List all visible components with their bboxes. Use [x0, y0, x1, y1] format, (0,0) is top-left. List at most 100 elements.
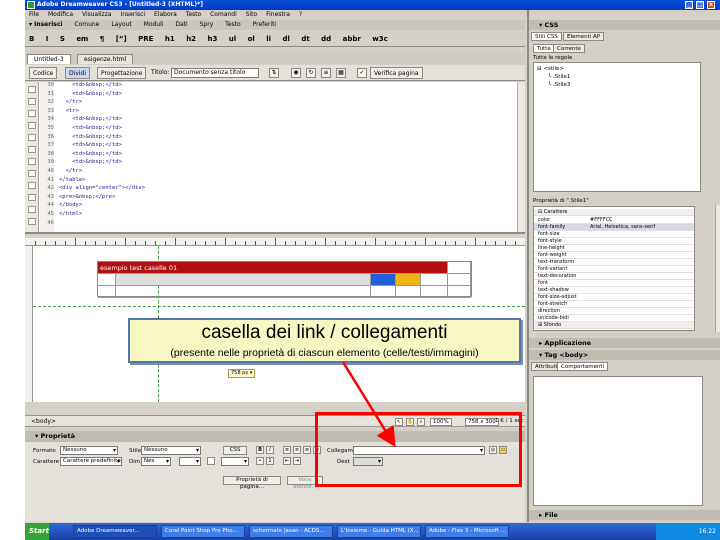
li-button[interactable]: li: [266, 35, 271, 43]
menu-inserisci[interactable]: Inserisci: [120, 11, 145, 18]
css-button[interactable]: CSS: [223, 446, 247, 455]
menu-sito[interactable]: Sito: [246, 11, 258, 18]
dd-button[interactable]: dd: [321, 35, 331, 43]
view-options-icon[interactable]: ≡: [321, 68, 331, 78]
highlight-invalid-icon[interactable]: [28, 182, 36, 189]
page-title-input[interactable]: Documento senza titolo: [171, 68, 259, 78]
property-row[interactable]: direction: [534, 308, 694, 315]
h2-button[interactable]: h2: [186, 35, 196, 43]
table-cell[interactable]: [116, 286, 371, 298]
files-panel-header[interactable]: ▸ File: [529, 510, 720, 520]
tag-selector[interactable]: <body>: [31, 418, 56, 425]
property-row[interactable]: font-weight: [534, 252, 694, 259]
balance-braces-icon[interactable]: [28, 158, 36, 165]
task-html-guide[interactable]: L'Insieme - Guida HTML (X...: [337, 525, 421, 538]
application-panel-header[interactable]: ▸ Applicazione: [529, 338, 720, 348]
property-row[interactable]: font-style: [534, 238, 694, 245]
tab-corrente[interactable]: Corrente: [553, 44, 585, 53]
ol-button[interactable]: ol: [248, 35, 255, 43]
table-cell[interactable]: [396, 286, 421, 298]
behaviors-list[interactable]: [533, 376, 703, 506]
property-row[interactable]: text-decoration: [534, 273, 694, 280]
check-page-button[interactable]: Verifica pagina: [370, 67, 423, 79]
property-row[interactable]: font: [534, 280, 694, 287]
line-numbers-icon[interactable]: [28, 170, 36, 177]
visual-aids-icon[interactable]: ▦: [336, 68, 346, 78]
table-cell-yellow[interactable]: [396, 274, 421, 286]
table-cell[interactable]: [421, 274, 448, 286]
menu-visualizza[interactable]: Visualizza: [82, 11, 112, 18]
table-cell-blue[interactable]: [371, 274, 396, 286]
remove-comment-icon[interactable]: [28, 206, 36, 213]
italic-button[interactable]: I: [46, 35, 49, 43]
dt-button[interactable]: dt: [301, 35, 309, 43]
select-parent-tag-icon[interactable]: [28, 146, 36, 153]
collapse-selection-icon[interactable]: [28, 122, 36, 129]
tab-stili-css[interactable]: Stili CSS: [531, 32, 562, 41]
h1-button[interactable]: h1: [165, 35, 175, 43]
property-row[interactable]: font-family Arial, Helvetica, sans-serif: [534, 224, 694, 231]
unordered-list-icon[interactable]: •: [256, 457, 264, 465]
insert-tab-spry[interactable]: Spry: [200, 21, 214, 28]
size-unit-select[interactable]: [179, 457, 201, 466]
paragraph-button[interactable]: ¶: [100, 35, 104, 43]
table-cell[interactable]: [421, 286, 448, 298]
dl-button[interactable]: dl: [283, 35, 290, 43]
table-width-tag[interactable]: 758 px ▾: [228, 369, 256, 378]
strong-button[interactable]: S: [60, 35, 65, 43]
ordered-list-icon[interactable]: 1: [266, 457, 274, 465]
page-properties-button[interactable]: Proprietà di pagina...: [223, 476, 281, 490]
property-group[interactable]: ⊞ Sfondo: [534, 322, 694, 329]
expand-all-icon[interactable]: [28, 134, 36, 141]
ul-button[interactable]: ul: [229, 35, 236, 43]
code-view-button[interactable]: Codice: [29, 67, 58, 79]
property-row[interactable]: unicode-bidi: [534, 315, 694, 322]
insert-tab-comune[interactable]: Comune: [74, 21, 99, 28]
property-row[interactable]: line-height: [534, 245, 694, 252]
style-select[interactable]: Nessuno: [141, 446, 201, 455]
pre-button[interactable]: PRE: [138, 35, 153, 43]
rule-item[interactable]: └ .Stile1: [548, 74, 570, 80]
bold-icon[interactable]: B: [256, 446, 264, 454]
menu-testo[interactable]: Testo: [186, 11, 202, 18]
tag-panel-header[interactable]: ▾ Tag <body>: [529, 350, 720, 360]
bold-button[interactable]: B: [29, 35, 34, 43]
size-select[interactable]: Nes: [141, 457, 171, 466]
menu-elabora[interactable]: Elabora: [154, 11, 177, 18]
property-row[interactable]: font-variant: [534, 266, 694, 273]
validate-icon[interactable]: ✓: [357, 68, 367, 78]
refresh-icon[interactable]: ↻: [306, 68, 316, 78]
property-group[interactable]: ⊟ Carattere: [534, 209, 694, 216]
table-cell-caption[interactable]: esempio test caselle 01: [98, 262, 448, 274]
insert-tab-moduli[interactable]: Moduli: [144, 21, 164, 28]
insert-tab-layout[interactable]: Layout: [111, 21, 131, 28]
format-select[interactable]: Nessuno: [60, 446, 118, 455]
rule-item[interactable]: └ .Stile3: [548, 82, 570, 88]
blockquote-button[interactable]: [“]: [116, 35, 127, 43]
tab-untitled-3[interactable]: Untitled-3: [27, 54, 71, 64]
layout-table[interactable]: esempio test caselle 01: [97, 261, 472, 298]
task-dreamweaver[interactable]: Adobe Dreamweaver...: [73, 525, 157, 538]
code-scrollbar[interactable]: [517, 82, 525, 232]
insert-tab-testo[interactable]: Testo: [225, 21, 241, 28]
menu-finestra[interactable]: Finestra: [266, 11, 290, 18]
menu-comandi[interactable]: Comandi: [210, 11, 237, 18]
em-button[interactable]: em: [76, 35, 88, 43]
task-paint-shop-pro[interactable]: Corel Paint Shop Pro Pho...: [161, 525, 245, 538]
menu-file[interactable]: File: [29, 11, 39, 18]
h3-button[interactable]: h3: [207, 35, 217, 43]
insert-tab-inserisci[interactable]: ▾ Inserisci: [29, 21, 62, 28]
preview-icon[interactable]: ◉: [291, 68, 301, 78]
insert-tab-dati[interactable]: Dati: [175, 21, 187, 28]
indent-icon[interactable]: ⇥: [293, 457, 301, 465]
insert-tab-preferiti[interactable]: Preferiti: [253, 21, 277, 28]
tab-comportamenti[interactable]: Comportamenti: [557, 362, 609, 371]
minimize-button[interactable]: _: [685, 1, 693, 9]
table-cell[interactable]: [448, 274, 471, 286]
file-management-icon[interactable]: ⇅: [269, 68, 279, 78]
property-row[interactable]: text-transform: [534, 259, 694, 266]
open-documents-icon[interactable]: [28, 86, 36, 93]
apply-comment-icon[interactable]: [28, 194, 36, 201]
start-button[interactable]: Start: [25, 523, 49, 540]
menu-modifica[interactable]: Modifica: [48, 11, 73, 18]
